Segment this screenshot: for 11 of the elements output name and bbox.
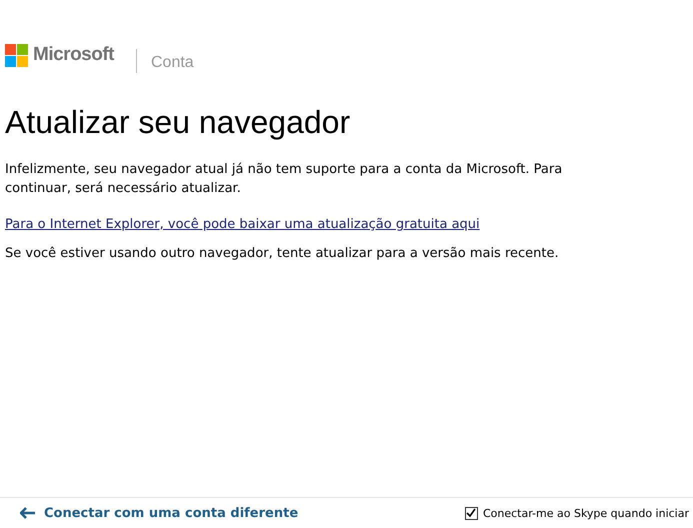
section-title: Conta — [151, 54, 194, 72]
note-text: Se você estiver usando outro navegador, tente atualizar para a versão mais recente. — [5, 245, 560, 263]
download-link[interactable]: Para o Internet Explorer, você pode baixar uma atualização gratuita aqui — [5, 217, 480, 232]
back-arrow-icon — [20, 507, 36, 519]
message-text: Infelizmente, seu navegador atual já não tem suporte para a conta da Microsoft. Para continuar, será necessário atualizar. — [5, 161, 564, 198]
skype-option-label: Conectar-me ao Skype quando iniciar — [482, 506, 689, 520]
brand-name: Microsoft — [33, 44, 114, 66]
different-account-link[interactable]: Conectar com uma conta diferente — [20, 506, 298, 520]
skype-checkbox[interactable] — [464, 506, 478, 520]
page-title: Atualizar seu navegador — [5, 104, 352, 140]
microsoft-logo-icon — [5, 44, 28, 66]
